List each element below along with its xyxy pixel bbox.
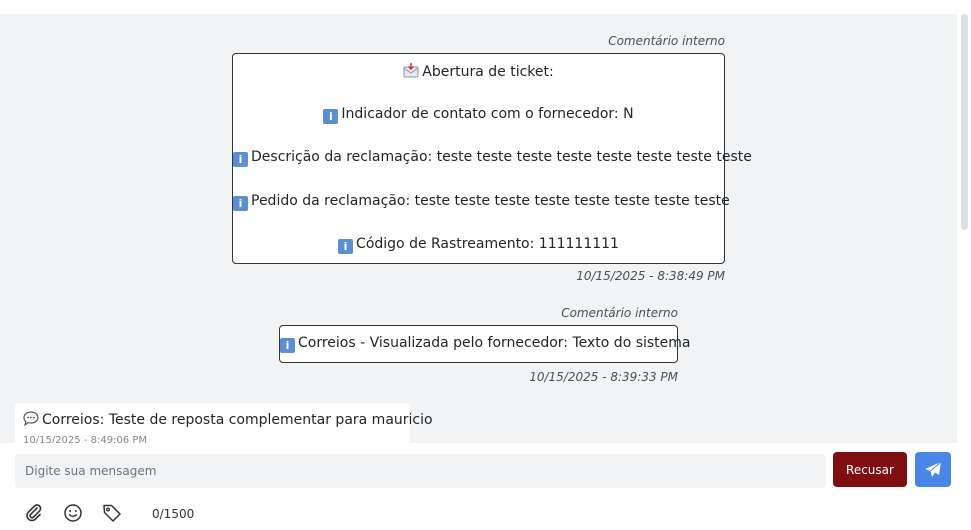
- info-icon: i: [233, 196, 248, 211]
- message-line-text: Descrição da reclamação: teste teste tes…: [251, 149, 752, 165]
- message-composer: Recusar 0/1500: [0, 443, 971, 530]
- paperclip-icon[interactable]: [24, 503, 44, 523]
- info-icon: i: [233, 152, 248, 167]
- message-label: Comentário interno: [608, 34, 725, 48]
- paper-plane-icon: [925, 461, 942, 477]
- scrollbar[interactable]: [957, 0, 971, 443]
- message-line-text: Indicador de contato com o fornecedor: N: [341, 106, 634, 122]
- message-line: Abertura de ticket:: [233, 63, 724, 80]
- message-bubble-incoming: Correios: Teste de reposta complementar …: [15, 403, 433, 443]
- smile-icon[interactable]: [63, 503, 83, 523]
- character-counter: 0/1500: [152, 507, 195, 521]
- message-line: Correios: Teste de reposta complementar …: [23, 411, 433, 428]
- refuse-button[interactable]: Recusar: [833, 452, 907, 487]
- message-input[interactable]: [15, 454, 826, 488]
- message-timestamp: 10/15/2025 - 8:49:06 PM: [23, 435, 147, 443]
- message-line: i Correios - Visualizada pelo fornecedor:…: [280, 335, 691, 353]
- message-bubble: Abertura de ticket: i Indicador de contat…: [232, 53, 752, 264]
- tag-icon[interactable]: [102, 503, 122, 523]
- message-line-text: Abertura de ticket:: [422, 64, 554, 80]
- message-line: i Indicador de contato com o fornecedor: …: [233, 106, 724, 124]
- scrollbar-thumb[interactable]: [961, 14, 968, 230]
- message-line-text: Correios: Teste de reposta complementar …: [42, 412, 433, 428]
- info-icon: i: [323, 109, 339, 124]
- message-line: i Descrição da reclamação: teste teste te…: [233, 149, 752, 167]
- info-icon: i: [280, 338, 295, 353]
- message-line-text: Pedido da reclamação: teste teste teste …: [251, 193, 730, 209]
- message-line-text: Código de Rastreamento: 111111111: [356, 236, 619, 252]
- message-label: Comentário interno: [561, 306, 678, 320]
- message-bubble: i Correios - Visualizada pelo fornecedor:…: [279, 325, 691, 363]
- message-line-text: Correios - Visualizada pelo fornecedor: …: [298, 335, 691, 351]
- message-line: i Pedido da reclamação: teste teste teste…: [233, 193, 730, 211]
- message-line: i Código de Rastreamento: 111111111: [233, 236, 724, 254]
- speech-balloon-icon: [23, 411, 39, 427]
- message-timestamp: 10/15/2025 - 8:39:33 PM: [529, 370, 678, 384]
- inbox-icon: [403, 63, 419, 78]
- send-button[interactable]: [915, 452, 951, 487]
- chat-history: Comentário interno Abertura de ticket: i…: [0, 0, 971, 443]
- top-strip: [0, 0, 957, 14]
- message-timestamp: 10/15/2025 - 8:38:49 PM: [576, 269, 725, 283]
- info-icon: i: [338, 239, 354, 254]
